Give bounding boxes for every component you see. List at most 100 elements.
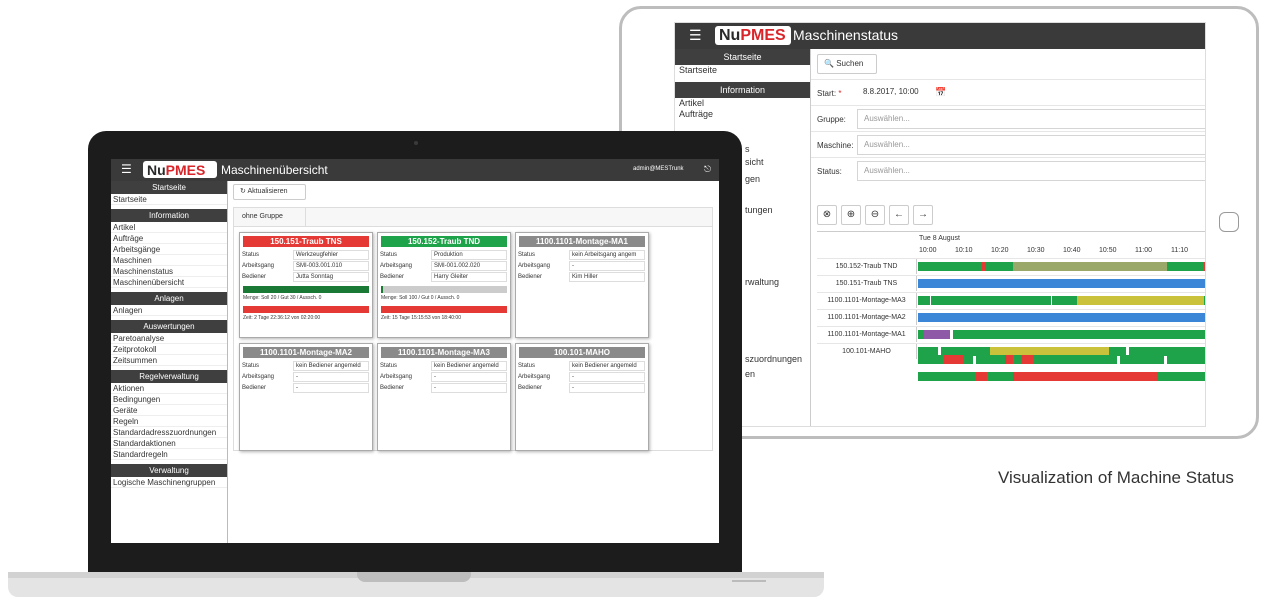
sidebar-group[interactable]: Startseite: [111, 181, 227, 194]
maschine-select[interactable]: Auswählen...: [857, 135, 1205, 155]
timeline-segment[interactable]: [1120, 355, 1164, 364]
zoom-out-icon[interactable]: ⊖: [865, 205, 885, 225]
sidebar-group[interactable]: Anlagen: [111, 292, 227, 305]
machine-card-row: Arbeitsgang -: [240, 372, 372, 383]
sidebar-item[interactable]: Maschinenstatus: [111, 266, 227, 277]
calendar-icon[interactable]: 📅: [935, 87, 946, 98]
search-button[interactable]: 🔍 Suchen: [817, 54, 877, 74]
sidebar-item[interactable]: Regeln: [111, 416, 227, 427]
sidebar-item[interactable]: Anlagen: [111, 305, 227, 316]
machine-card[interactable]: 1100.1101-Montage-MA3 Status kein Bediener…: [377, 343, 511, 451]
quantity-progress-bar: [243, 286, 369, 293]
timeline-segment[interactable]: [918, 372, 976, 381]
sidebar-item[interactable]: Maschinenübersicht: [111, 277, 227, 288]
sidebar-item[interactable]: Standardregeln: [111, 449, 227, 460]
timeline-segment[interactable]: [918, 296, 930, 305]
timeline-segment[interactable]: [918, 279, 1205, 288]
timeline-bar-track: [918, 372, 1205, 381]
timeline-segment[interactable]: [975, 355, 1005, 364]
timeline-segment[interactable]: [931, 296, 1051, 305]
sidebar-group-information[interactable]: Information: [675, 82, 810, 98]
machine-card-label: Bediener: [242, 385, 267, 391]
sidebar-item-artikel[interactable]: Artikel: [675, 98, 810, 109]
sidebar-group[interactable]: Verwaltung: [111, 464, 227, 477]
sidebar-item[interactable]: Standardadresszuordnungen: [111, 427, 227, 438]
timeline-segment[interactable]: [1022, 355, 1034, 364]
timeline-segment[interactable]: [1004, 355, 1014, 364]
sidebar-item[interactable]: Zeitprotokoll: [111, 344, 227, 355]
timeline-segment[interactable]: [1013, 372, 1040, 381]
timeline-segment[interactable]: [1157, 372, 1205, 381]
menu-icon[interactable]: ☰: [121, 162, 132, 176]
tab-ohne-gruppe[interactable]: ohne Gruppe: [234, 208, 306, 226]
timeline-segment[interactable]: [918, 355, 944, 364]
timeline-segment[interactable]: [1166, 355, 1205, 364]
sidebar-item[interactable]: Geräte: [111, 405, 227, 416]
close-circle-icon[interactable]: ⊗: [817, 205, 837, 225]
sidebar-item[interactable]: Bedingungen: [111, 394, 227, 405]
timeline-segment[interactable]: [985, 262, 1014, 271]
sidebar-item-auftraege[interactable]: Aufträge: [675, 109, 810, 120]
machine-card[interactable]: 1100.1101-Montage-MA2 Status kein Bediener…: [239, 343, 373, 451]
refresh-button[interactable]: ↻ Aktualisieren: [233, 184, 306, 200]
logout-icon[interactable]: ⎋: [704, 164, 711, 175]
status-select[interactable]: Auswählen...: [857, 161, 1205, 181]
timeline-segment[interactable]: [1204, 296, 1205, 305]
sidebar-item[interactable]: Zeitsummen: [111, 355, 227, 366]
maschine-row: Maschine: Auswählen...: [811, 131, 1205, 157]
sidebar-item[interactable]: Startseite: [111, 194, 227, 205]
timeline-segment[interactable]: [918, 262, 982, 271]
quantity-text: Menge: Soll 20 / Gut 30 / Aussch. 0: [243, 295, 322, 301]
timeline-segment[interactable]: [918, 313, 1205, 322]
sidebar-group-startseite[interactable]: Startseite: [675, 49, 810, 65]
machine-card-row: Arbeitsgang -: [516, 372, 648, 383]
sidebar-item-startseite[interactable]: Startseite: [675, 65, 810, 76]
sidebar-item[interactable]: Aktionen: [111, 383, 227, 394]
timeline-segment[interactable]: [1039, 355, 1118, 364]
sidebar-item[interactable]: Maschinen: [111, 255, 227, 266]
start-input[interactable]: 8.8.2017, 10:00: [857, 83, 947, 103]
timeline-tick-label: 10:10: [955, 247, 973, 254]
machine-card[interactable]: 100.101-MAHO Status kein Bediener angemeld…: [515, 343, 649, 451]
sidebar-item[interactable]: Aufträge: [111, 233, 227, 244]
timeline-segment[interactable]: [1166, 262, 1205, 271]
machine-card[interactable]: 150.151-Traub TNS Status Werkzeugfehler Arb…: [239, 232, 373, 338]
gruppe-label: Gruppe:: [817, 115, 846, 124]
timeline-segment[interactable]: [1076, 296, 1205, 305]
timeline-segment[interactable]: [1013, 262, 1167, 271]
timeline-segment[interactable]: [1039, 372, 1158, 381]
sidebar-item[interactable]: Arbeitsgänge: [111, 244, 227, 255]
timeline-segment[interactable]: [944, 355, 965, 364]
arrow-left-icon[interactable]: ←: [889, 205, 909, 225]
timeline-segment[interactable]: [975, 372, 988, 381]
timeline-segment[interactable]: [952, 330, 1205, 339]
timeline-row: 1100.1101-Montage-MA3: [817, 292, 1205, 308]
sidebar-group[interactable]: Auswertungen: [111, 320, 227, 333]
timeline-segment[interactable]: [987, 372, 1014, 381]
sidebar-item[interactable]: Logische Maschinengruppen: [111, 477, 227, 488]
machine-card[interactable]: 150.152-Traub TND Status Produktion Arbeits…: [377, 232, 511, 338]
arrow-right-icon[interactable]: →: [913, 205, 933, 225]
required-marker: *: [838, 89, 842, 98]
sidebar-group[interactable]: Regelverwaltung: [111, 370, 227, 383]
status-label: Status:: [817, 167, 842, 176]
sidebar-item[interactable]: Artikel: [111, 222, 227, 233]
sidebar-item[interactable]: Standardaktionen: [111, 438, 227, 449]
menu-icon[interactable]: ☰: [689, 27, 702, 44]
sidebar-partial-label: rwaltung: [745, 277, 780, 287]
machine-card[interactable]: 1100.1101-Montage-MA1 Status kein Arbeitsg…: [515, 232, 649, 338]
tablet-home-button[interactable]: [1219, 212, 1239, 232]
sidebar-item[interactable]: Paretoanalyse: [111, 333, 227, 344]
timeline-segment[interactable]: [1204, 262, 1205, 271]
timeline-segment[interactable]: [964, 355, 973, 364]
machine-card-value: -: [569, 261, 645, 271]
timeline-bar-track: [918, 313, 1205, 322]
timeline-segment[interactable]: [923, 330, 950, 339]
machine-card-row: Status Werkzeugfehler: [240, 250, 372, 261]
machine-card-row: Status kein Bediener angemeld: [516, 361, 648, 372]
zoom-in-icon[interactable]: ⊕: [841, 205, 861, 225]
sidebar-group[interactable]: Information: [111, 209, 227, 222]
timeline-segment[interactable]: [1052, 296, 1077, 305]
timeline-segment[interactable]: [1013, 355, 1023, 364]
gruppe-select[interactable]: Auswählen...: [857, 109, 1205, 129]
